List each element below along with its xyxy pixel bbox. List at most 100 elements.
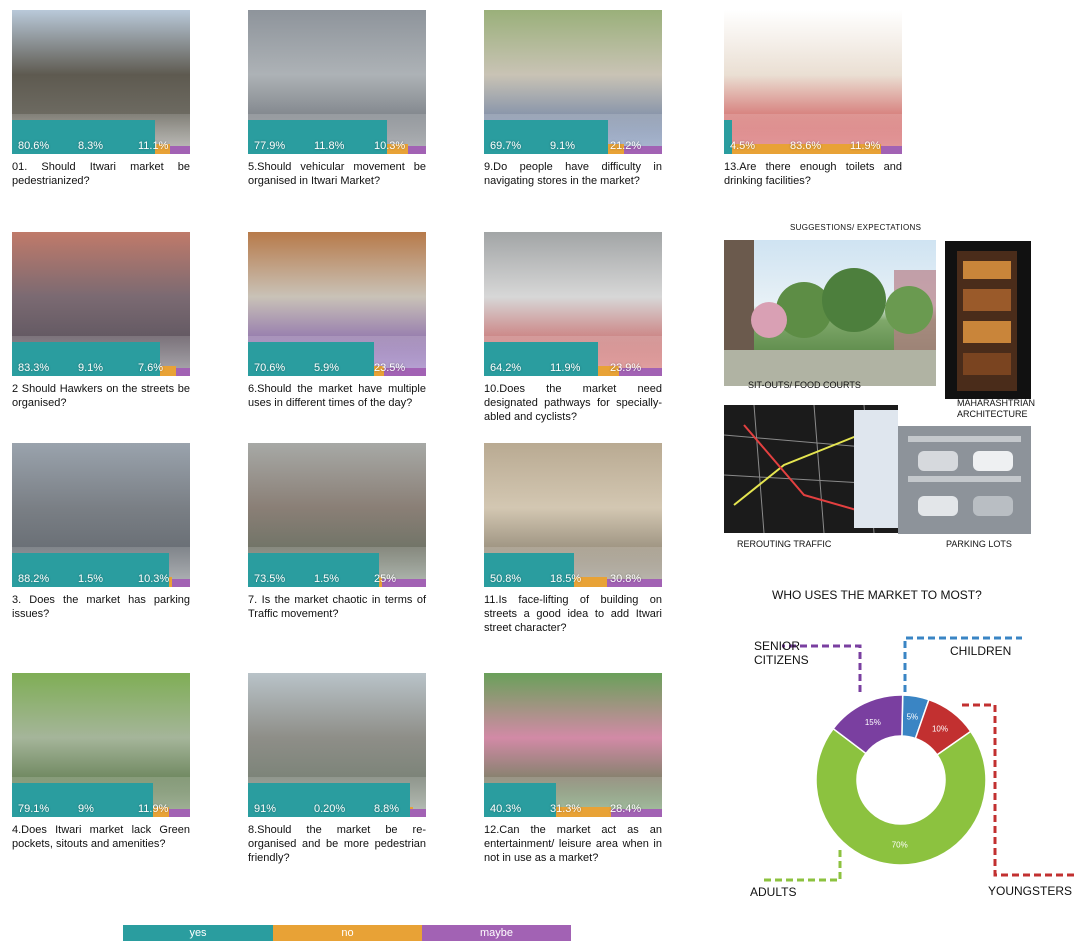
question-text: 12.Can the market act as an entertainmen… [484, 824, 662, 864]
bar-maybe [168, 809, 190, 817]
question-text: 2 Should Hawkers on the streets be organ… [12, 383, 190, 409]
bar-label-no: 5.9% [314, 362, 340, 374]
question-photo: 69.7% 9.1% 21.2% [484, 10, 662, 154]
bar-label-yes: 64.2% [490, 362, 522, 374]
question-photo: 83.3% 9.1% 7.6% [12, 232, 190, 376]
bar-label-maybe: 11.9% [138, 803, 169, 815]
callout-label: CITIZENS [754, 653, 809, 667]
question-text: 5.Should vehicular movement be organised… [248, 161, 426, 187]
question-card-q2: 83.3% 9.1% 7.6% 2 Should Hawkers on the str… [12, 232, 190, 410]
bar-label-maybe: 11.9% [850, 140, 881, 152]
bar-label-yes: 4.5% [730, 140, 756, 152]
legend: yes no maybe [123, 925, 571, 941]
question-card-q8: 91% 0.20% 8.8% 8.Should the market be re-or… [248, 673, 426, 865]
bar-maybe [171, 579, 190, 587]
donut-slice-label: 10% [932, 725, 948, 734]
bar-label-no: 11.8% [314, 140, 345, 152]
bar-label-yes: 79.1% [18, 803, 50, 815]
bar-maybe [880, 146, 902, 154]
bar-label-yes: 69.7% [490, 140, 522, 152]
bar-label-maybe: 7.6% [138, 362, 164, 374]
question-photo: 77.9% 11.8% 10.3% [248, 10, 426, 154]
bar-label-yes: 40.3% [490, 803, 522, 815]
callout-label: CHILDREN [950, 644, 1011, 658]
legend-no: no [273, 925, 422, 941]
sitouts-image [724, 240, 936, 386]
stacked-bar: 64.2% 11.9% 23.9% [484, 336, 662, 376]
bar-label-maybe: 23.9% [610, 362, 642, 374]
question-card-q5: 77.9% 11.8% 10.3% 5.Should vehicular moveme… [248, 10, 426, 188]
bar-label-maybe: 10.3% [138, 573, 170, 585]
bar-label-maybe: 30.8% [610, 573, 642, 585]
bar-label-yes: 88.2% [18, 573, 50, 585]
bar-label-yes: 73.5% [254, 573, 286, 585]
question-text: 01. Should Itwari market be pedestrianiz… [12, 161, 190, 187]
sitouts-label: SIT-OUTS/ FOOD COURTS [748, 380, 861, 390]
question-card-q7: 73.5% 1.5% 25% 7. Is the market chaotic in … [248, 443, 426, 621]
bar-maybe [407, 146, 426, 154]
bar-label-maybe: 25% [374, 573, 397, 585]
stacked-bar: 77.9% 11.8% 10.3% [248, 114, 426, 154]
stacked-bar: 83.3% 9.1% 7.6% [12, 336, 190, 376]
question-photo: 88.2% 1.5% 10.3% [12, 443, 190, 587]
question-photo: 70.6% 5.9% 23.5% [248, 232, 426, 376]
architecture-label: MAHARASHTRIAN ARCHITECTURE [957, 398, 1036, 419]
parking-image [898, 426, 1031, 534]
bar-label-maybe: 11.1% [138, 140, 169, 152]
bar-label-no: 9% [78, 803, 94, 815]
question-card-q10: 64.2% 11.9% 23.9% 10.Does the market need d… [484, 232, 662, 424]
bar-label-no: 9.1% [550, 140, 576, 152]
bar-label-maybe: 23.5% [374, 362, 406, 374]
bar-label-yes: 77.9% [254, 140, 286, 152]
question-photo: 64.2% 11.9% 23.9% [484, 232, 662, 376]
traffic-map-image [724, 405, 898, 533]
bar-label-no: 18.5% [550, 573, 582, 585]
bar-label-no: 9.1% [78, 362, 104, 374]
bar-label-maybe: 8.8% [374, 803, 400, 815]
legend-yes: yes [123, 925, 273, 941]
bar-label-no: 1.5% [78, 573, 104, 585]
callout-label: ADULTS [750, 885, 796, 899]
bar-label-yes: 80.6% [18, 140, 50, 152]
bar-label-yes: 50.8% [490, 573, 522, 585]
question-text: 6.Should the market have multiple uses i… [248, 383, 426, 409]
callout-line [760, 850, 842, 882]
question-text: 11.Is face-lifting of building on street… [484, 594, 662, 634]
donut-slice-label: 15% [865, 718, 881, 727]
bar-label-maybe: 21.2% [610, 140, 642, 152]
callout-label: SENIOR [754, 639, 800, 653]
stacked-bar: 88.2% 1.5% 10.3% [12, 547, 190, 587]
donut-slice-label: 5% [907, 713, 919, 722]
stacked-bar: 91% 0.20% 8.8% [248, 777, 426, 817]
question-photo: 80.6% 8.3% 11.1% [12, 10, 190, 154]
bar-label-no: 8.3% [78, 140, 104, 152]
parking-label: PARKING LOTS [946, 539, 1012, 549]
question-card-q6: 70.6% 5.9% 23.5% 6.Should the market have m… [248, 232, 426, 410]
stacked-bar: 69.7% 9.1% 21.2% [484, 114, 662, 154]
callout-label: YOUNGSTERS [988, 884, 1072, 898]
question-text: 7. Is the market chaotic in terms of Tra… [248, 594, 426, 620]
bar-label-no: 0.20% [314, 803, 346, 815]
question-photo: 73.5% 1.5% 25% [248, 443, 426, 587]
bar-label-yes: 91% [254, 803, 277, 815]
bar-label-yes: 83.3% [18, 362, 50, 374]
question-card-q11: 50.8% 18.5% 30.8% 11.Is face-lifting of bui… [484, 443, 662, 635]
question-text: 8.Should the market be re-organised and … [248, 824, 426, 864]
traffic-label: REROUTING TRAFFIC [737, 539, 832, 549]
question-card-q3: 88.2% 1.5% 10.3% 3. Does the market has par… [12, 443, 190, 621]
plaza-illustration [724, 240, 936, 386]
bar-maybe [410, 809, 426, 817]
bar-label-maybe: 10.3% [374, 140, 406, 152]
question-photo: 50.8% 18.5% 30.8% [484, 443, 662, 587]
donut-title: WHO USES THE MARKET TO MOST? [772, 588, 982, 602]
bar-label-yes: 70.6% [254, 362, 286, 374]
bar-maybe [176, 368, 190, 376]
question-photo: 91% 0.20% 8.8% [248, 673, 426, 817]
question-text: 4.Does Itwari market lack Green pockets,… [12, 824, 190, 850]
legend-maybe: maybe [422, 925, 571, 941]
stacked-bar: 79.1% 9% 11.9% [12, 777, 190, 817]
question-text: 10.Does the market need designated pathw… [484, 383, 662, 423]
question-card-q1: 80.6% 8.3% 11.1% 01. Should Itwari market b… [12, 10, 190, 188]
question-card-q13: 4.5% 83.6% 11.9% 13.Are there enough toilet… [724, 10, 902, 188]
question-text: 13.Are there enough toilets and drinking… [724, 161, 902, 187]
